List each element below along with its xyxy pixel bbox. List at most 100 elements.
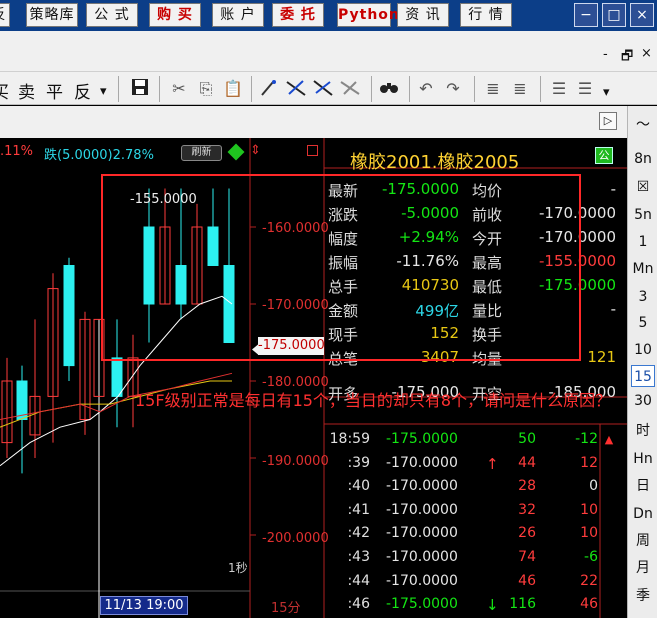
tick-volume: 32 bbox=[518, 501, 536, 518]
menu-item[interactable]: Python bbox=[337, 3, 399, 27]
period-item[interactable]: 3 bbox=[631, 286, 655, 308]
panel-toggle-icon[interactable] bbox=[307, 145, 318, 156]
menu-item[interactable]: 账 户 bbox=[212, 3, 264, 27]
tick-price: -170.0000 bbox=[386, 572, 458, 589]
menu-item[interactable]: 行 情 bbox=[460, 3, 512, 27]
tick-price: -175.0000 bbox=[386, 431, 458, 447]
chart-area: .11% 跌(5.0000)2.78% 刷新 ⇕ -155.0000 -160.… bbox=[0, 138, 627, 618]
period-item[interactable]: 周 bbox=[631, 530, 655, 552]
period-item[interactable]: Mn bbox=[631, 258, 655, 280]
tick-price: -170.0000 bbox=[386, 454, 458, 471]
outdent-icon[interactable]: ≣ bbox=[509, 78, 531, 100]
panel-restore-button[interactable]: 🗗 bbox=[621, 47, 633, 69]
tick-change: -12 bbox=[575, 431, 598, 447]
toolbar-strip: - 🗗 × bbox=[0, 31, 657, 71]
tick-change: -6 bbox=[584, 549, 598, 565]
tool-toolbar: 买 卖 平 反 ▾ ✂ ⎘ 📋 ↶ ↷ ≣ ≣ ☰ ☰ ▾ bbox=[0, 71, 657, 105]
period-item[interactable]: 5n bbox=[631, 204, 655, 226]
chart-header-strip: ▷ bbox=[0, 106, 627, 138]
refresh-button[interactable]: 刷新 bbox=[181, 145, 222, 161]
fall-info: 跌(5.0000)2.78% bbox=[44, 148, 154, 163]
annotation-text: 15F级别正常是每日有15个，当日的却只有8个，请问是什么原因？ bbox=[135, 391, 612, 410]
period-item[interactable]: 15 bbox=[631, 365, 655, 387]
tick-time: :44 bbox=[347, 572, 370, 589]
period-sidebar: 〜 8n ☒ 5n 1 Mn 3 5 10 15 30 时 Hn 日 Dn 周月季 bbox=[627, 106, 657, 618]
draw-line-icon[interactable] bbox=[258, 78, 280, 100]
panel-minimize-button[interactable]: - bbox=[603, 47, 608, 62]
period-item[interactable]: 月 bbox=[631, 557, 655, 579]
period-item[interactable]: 日 bbox=[631, 475, 655, 497]
sell-button[interactable]: 卖 bbox=[18, 78, 35, 103]
expand-arrow-button[interactable]: ▷ bbox=[599, 112, 617, 130]
binoculars-icon[interactable] bbox=[378, 78, 400, 100]
toolbar-dropdown-icon[interactable]: ▾ bbox=[603, 85, 610, 100]
tick-price: -170.0000 bbox=[386, 549, 458, 565]
toolbar-separator bbox=[540, 76, 541, 102]
redo-icon[interactable]: ↷ bbox=[442, 78, 464, 100]
menu-item[interactable]: 资 讯 bbox=[397, 3, 449, 27]
candle-body bbox=[63, 265, 75, 367]
toolbar-separator bbox=[371, 76, 372, 102]
pin-icon[interactable]: ⇕ bbox=[250, 143, 261, 158]
period-item[interactable]: ☒ bbox=[631, 176, 655, 198]
tick-direction-icon: ↑ bbox=[486, 454, 499, 473]
panel-close-button[interactable]: × bbox=[641, 46, 652, 61]
toolbar-separator bbox=[409, 76, 410, 102]
toolbar-separator bbox=[474, 76, 475, 102]
scroll-up-icon[interactable]: ▲ bbox=[603, 434, 615, 446]
period-item[interactable]: 8n bbox=[631, 148, 655, 170]
save-icon[interactable] bbox=[129, 78, 151, 100]
tick-volume: 74 bbox=[518, 549, 536, 565]
tool-a-icon[interactable] bbox=[285, 78, 307, 100]
period-item[interactable]: 10 bbox=[631, 339, 655, 361]
menu-item[interactable]: 策略库 bbox=[26, 3, 78, 27]
menu-item[interactable]: 购 买 bbox=[149, 3, 201, 27]
order-dropdown-icon[interactable]: ▾ bbox=[100, 84, 107, 99]
close-position-button[interactable]: 平 bbox=[46, 78, 63, 103]
tick-change: 10 bbox=[580, 525, 598, 542]
tick-price: -175.0000 bbox=[386, 596, 458, 613]
window-maximize-button[interactable]: □ bbox=[602, 3, 626, 27]
tick-volume: 26 bbox=[518, 525, 536, 542]
menu-item[interactable]: 委 托 bbox=[272, 3, 324, 27]
candle-body bbox=[111, 357, 123, 397]
period-item[interactable]: 季 bbox=[631, 585, 655, 607]
tick-change: 12 bbox=[580, 454, 598, 471]
indent-icon[interactable]: ≣ bbox=[482, 78, 504, 100]
period-item[interactable]: 1 bbox=[631, 231, 655, 253]
tick-volume: 46 bbox=[518, 572, 536, 589]
period-item[interactable]: 〜 bbox=[631, 114, 655, 136]
list-alt-icon[interactable]: ☰ bbox=[574, 78, 596, 100]
window-close-button[interactable]: × bbox=[630, 3, 654, 27]
tick-time: :41 bbox=[347, 501, 370, 518]
tool-c-icon[interactable] bbox=[339, 78, 361, 100]
formula-icon[interactable]: 公 bbox=[595, 147, 613, 164]
list-icon[interactable]: ☰ bbox=[548, 78, 570, 100]
period-item[interactable]: Hn bbox=[631, 448, 655, 470]
reverse-button[interactable]: 反 bbox=[74, 78, 91, 103]
buy-button[interactable]: 买 bbox=[0, 78, 9, 103]
period-item[interactable]: 时 bbox=[631, 420, 655, 442]
tick-change: 46 bbox=[580, 596, 598, 613]
toolbar-separator bbox=[251, 76, 252, 102]
tick-time: :39 bbox=[347, 454, 370, 471]
period-label: 15分 bbox=[271, 601, 301, 616]
tick-volume: 50 bbox=[518, 431, 536, 447]
window-minimize-button[interactable]: − bbox=[574, 3, 598, 27]
date-cursor-label: 11/13 19:00 bbox=[100, 596, 188, 615]
tick-time: :43 bbox=[347, 549, 370, 565]
toolbar-separator bbox=[118, 76, 119, 102]
cut-icon[interactable]: ✂ bbox=[168, 78, 190, 100]
period-item[interactable]: 5 bbox=[631, 312, 655, 334]
period-item[interactable]: Dn bbox=[631, 503, 655, 525]
paste-icon[interactable]: 📋 bbox=[222, 78, 244, 100]
menu-item[interactable]: 反 bbox=[0, 3, 10, 27]
tool-b-icon[interactable] bbox=[312, 78, 334, 100]
price-tick: -190.0000 bbox=[262, 454, 329, 469]
copy-icon[interactable]: ⎘ bbox=[195, 78, 217, 100]
toolbar-separator bbox=[159, 76, 160, 102]
tick-change: 10 bbox=[580, 501, 598, 518]
tick-price: -170.0000 bbox=[386, 478, 458, 495]
menu-item[interactable]: 公 式 bbox=[86, 3, 138, 27]
undo-icon[interactable]: ↶ bbox=[415, 78, 437, 100]
